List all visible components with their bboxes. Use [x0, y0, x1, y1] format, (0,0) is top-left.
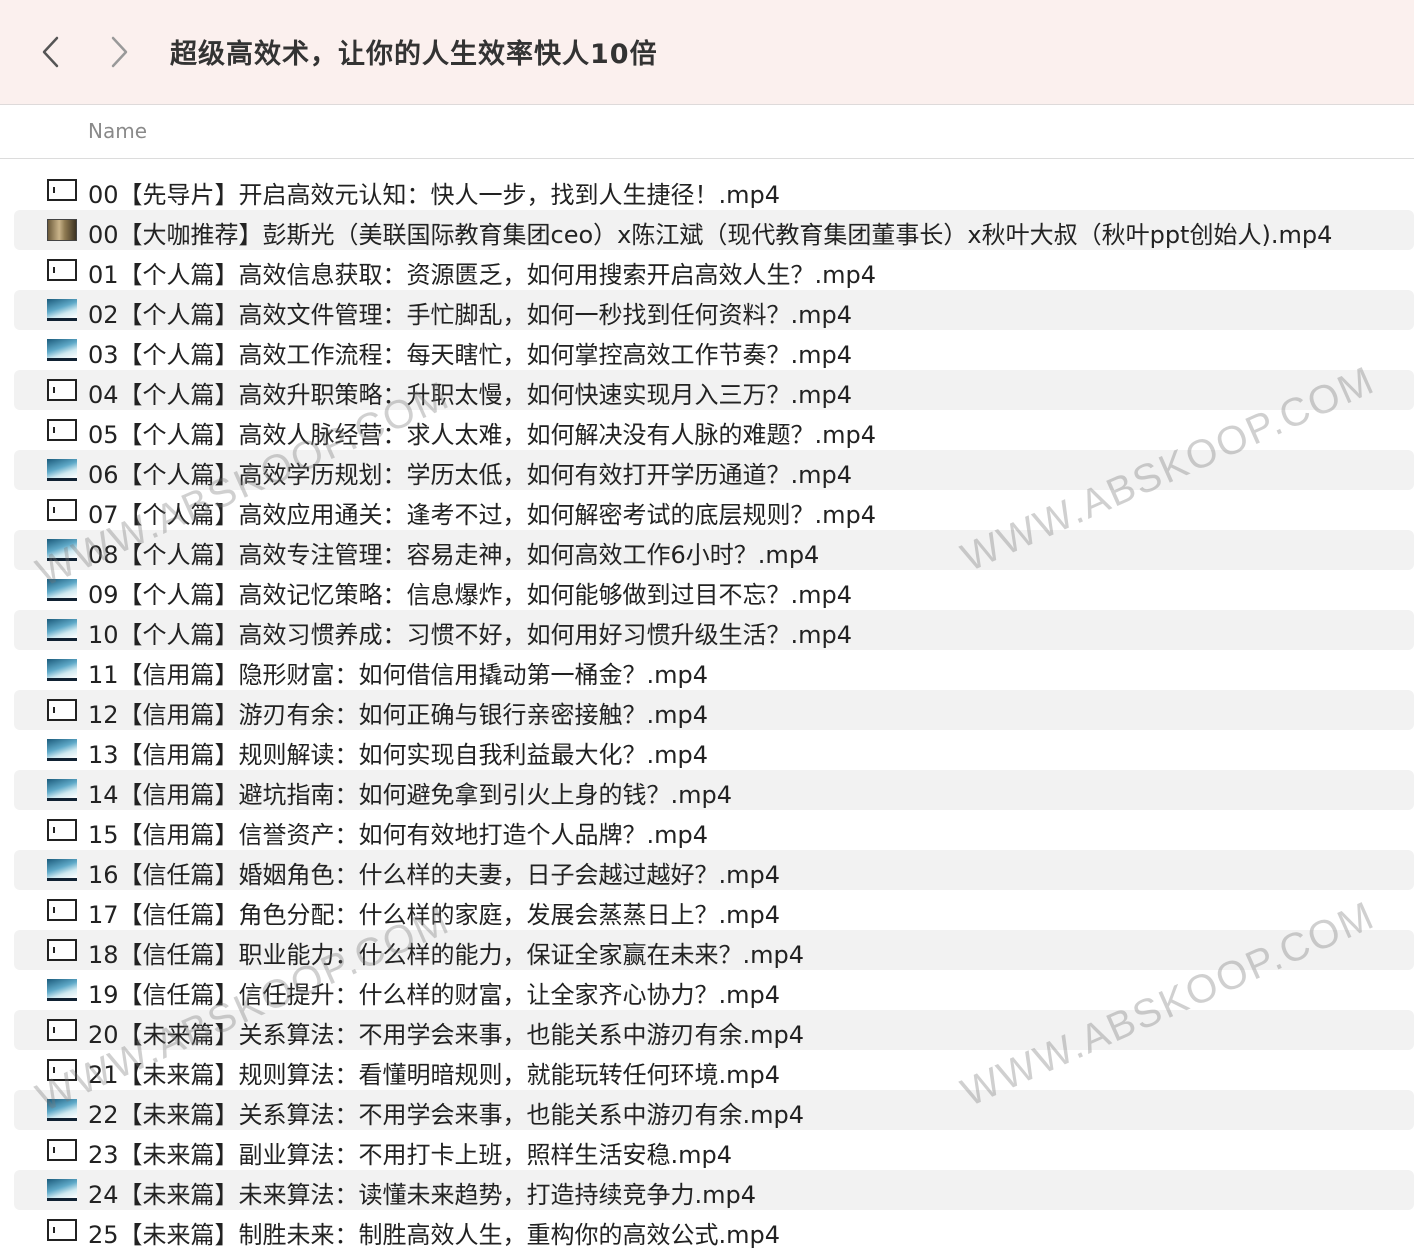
- file-name: 01【个人篇】高效信息获取：资源匮乏，如何用搜索开启高效人生？.mp4: [88, 261, 877, 289]
- file-row[interactable]: 15【信用篇】信誉资产：如何有效地打造个人品牌？.mp4: [14, 810, 1414, 850]
- file-row[interactable]: 22【未来篇】关系算法：不用学会来事，也能关系中游刃有余.mp4: [14, 1090, 1414, 1130]
- file-name: 00【先导片】开启高效元认知：快人一步，找到人生捷径！.mp4: [88, 181, 781, 209]
- file-row[interactable]: 08【个人篇】高效专注管理：容易走神，如何高效工作6小时？.mp4: [14, 530, 1414, 570]
- video-thumbnail-icon: [47, 619, 77, 641]
- file-row[interactable]: 00【大咖推荐】彭斯光（美联国际教育集团ceo）x陈江斌（现代教育集团董事长）x…: [14, 210, 1414, 250]
- forward-button[interactable]: [100, 30, 140, 74]
- file-row[interactable]: 25【未来篇】制胜未来：制胜高效人生，重构你的高效公式.mp4: [14, 1210, 1414, 1250]
- name-column-header[interactable]: Name: [88, 119, 147, 143]
- video-thumbnail-icon: [47, 1179, 77, 1201]
- video-thumbnail-icon: [47, 579, 77, 601]
- video-thumbnail-icon: [47, 499, 77, 521]
- file-row[interactable]: 23【未来篇】副业算法：不用打卡上班，照样生活安稳.mp4: [14, 1130, 1414, 1170]
- file-name: 17【信任篇】角色分配：什么样的家庭，发展会蒸蒸日上？.mp4: [88, 901, 781, 929]
- file-name: 24【未来篇】未来算法：读懂未来趋势，打造持续竞争力.mp4: [88, 1181, 757, 1209]
- file-name: 11【信用篇】隐形财富：如何借信用撬动第一桶金？.mp4: [88, 661, 709, 689]
- file-name: 13【信用篇】规则解读：如何实现自我利益最大化？.mp4: [88, 741, 709, 769]
- file-row[interactable]: 14【信用篇】避坑指南：如何避免拿到引火上身的钱？.mp4: [14, 770, 1414, 810]
- video-thumbnail-icon: [47, 219, 77, 241]
- back-button[interactable]: [30, 30, 70, 74]
- file-row[interactable]: 24【未来篇】未来算法：读懂未来趋势，打造持续竞争力.mp4: [14, 1170, 1414, 1210]
- file-name: 19【信任篇】信任提升：什么样的财富，让全家齐心协力？.mp4: [88, 981, 781, 1009]
- video-thumbnail-icon: [47, 819, 77, 841]
- file-name: 16【信任篇】婚姻角色：什么样的夫妻，日子会越过越好？.mp4: [88, 861, 781, 889]
- video-thumbnail-icon: [47, 979, 77, 1001]
- file-row[interactable]: 17【信任篇】角色分配：什么样的家庭，发展会蒸蒸日上？.mp4: [14, 890, 1414, 930]
- video-thumbnail-icon: [47, 939, 77, 961]
- video-thumbnail-icon: [47, 1139, 77, 1161]
- file-name: 02【个人篇】高效文件管理：手忙脚乱，如何一秒找到任何资料？.mp4: [88, 301, 853, 329]
- file-name: 18【信任篇】职业能力：什么样的能力，保证全家赢在未来？.mp4: [88, 941, 805, 969]
- file-name: 22【未来篇】关系算法：不用学会来事，也能关系中游刃有余.mp4: [88, 1101, 805, 1129]
- video-thumbnail-icon: [47, 1219, 77, 1241]
- file-row[interactable]: 07【个人篇】高效应用通关：逢考不过，如何解密考试的底层规则？.mp4: [14, 490, 1414, 530]
- chevron-left-icon: [42, 36, 59, 68]
- file-row[interactable]: 16【信任篇】婚姻角色：什么样的夫妻，日子会越过越好？.mp4: [14, 850, 1414, 890]
- video-thumbnail-icon: [47, 419, 77, 441]
- file-name: 09【个人篇】高效记忆策略：信息爆炸，如何能够做到过目不忘？.mp4: [88, 581, 853, 609]
- video-thumbnail-icon: [47, 899, 77, 921]
- file-row[interactable]: 10【个人篇】高效习惯养成：习惯不好，如何用好习惯升级生活？.mp4: [14, 610, 1414, 650]
- file-row[interactable]: 06【个人篇】高效学历规划：学历太低，如何有效打开学历通道？.mp4: [14, 450, 1414, 490]
- file-row[interactable]: 21【未来篇】规则算法：看懂明暗规则，就能玩转任何环境.mp4: [14, 1050, 1414, 1090]
- column-header: Name: [0, 105, 1414, 159]
- file-row[interactable]: 19【信任篇】信任提升：什么样的财富，让全家齐心协力？.mp4: [14, 970, 1414, 1010]
- file-name: 00【大咖推荐】彭斯光（美联国际教育集团ceo）x陈江斌（现代教育集团董事长）x…: [88, 221, 1333, 249]
- video-thumbnail-icon: [47, 339, 77, 361]
- file-name: 15【信用篇】信誉资产：如何有效地打造个人品牌？.mp4: [88, 821, 709, 849]
- video-thumbnail-icon: [47, 739, 77, 761]
- file-name: 06【个人篇】高效学历规划：学历太低，如何有效打开学历通道？.mp4: [88, 461, 853, 489]
- file-name: 07【个人篇】高效应用通关：逢考不过，如何解密考试的底层规则？.mp4: [88, 501, 877, 529]
- file-row[interactable]: 00【先导片】开启高效元认知：快人一步，找到人生捷径！.mp4: [14, 170, 1414, 210]
- file-row[interactable]: 13【信用篇】规则解读：如何实现自我利益最大化？.mp4: [14, 730, 1414, 770]
- file-name: 05【个人篇】高效人脉经营：求人太难，如何解决没有人脉的难题？.mp4: [88, 421, 877, 449]
- file-name: 25【未来篇】制胜未来：制胜高效人生，重构你的高效公式.mp4: [88, 1221, 781, 1249]
- video-thumbnail-icon: [47, 1059, 77, 1081]
- video-thumbnail-icon: [47, 379, 77, 401]
- video-thumbnail-icon: [47, 179, 77, 201]
- video-thumbnail-icon: [47, 459, 77, 481]
- file-row[interactable]: 01【个人篇】高效信息获取：资源匮乏，如何用搜索开启高效人生？.mp4: [14, 250, 1414, 290]
- video-thumbnail-icon: [47, 259, 77, 281]
- video-thumbnail-icon: [47, 859, 77, 881]
- file-name: 10【个人篇】高效习惯养成：习惯不好，如何用好习惯升级生活？.mp4: [88, 621, 853, 649]
- video-thumbnail-icon: [47, 539, 77, 561]
- video-thumbnail-icon: [47, 1019, 77, 1041]
- file-row[interactable]: 18【信任篇】职业能力：什么样的能力，保证全家赢在未来？.mp4: [14, 930, 1414, 970]
- chevron-right-icon: [111, 36, 128, 68]
- file-row[interactable]: 20【未来篇】关系算法：不用学会来事，也能关系中游刃有余.mp4: [14, 1010, 1414, 1050]
- file-row[interactable]: 04【个人篇】高效升职策略：升职太慢，如何快速实现月入三万？.mp4: [14, 370, 1414, 410]
- video-thumbnail-icon: [47, 659, 77, 681]
- file-row[interactable]: 05【个人篇】高效人脉经营：求人太难，如何解决没有人脉的难题？.mp4: [14, 410, 1414, 450]
- video-thumbnail-icon: [47, 299, 77, 321]
- file-name: 03【个人篇】高效工作流程：每天瞎忙，如何掌控高效工作节奏？.mp4: [88, 341, 853, 369]
- file-list: 00【先导片】开启高效元认知：快人一步，找到人生捷径！.mp4 00【大咖推荐】彭…: [0, 170, 1414, 1250]
- file-name: 04【个人篇】高效升职策略：升职太慢，如何快速实现月入三万？.mp4: [88, 381, 853, 409]
- video-thumbnail-icon: [47, 1099, 77, 1121]
- file-name: 08【个人篇】高效专注管理：容易走神，如何高效工作6小时？.mp4: [88, 541, 820, 569]
- file-row[interactable]: 02【个人篇】高效文件管理：手忙脚乱，如何一秒找到任何资料？.mp4: [14, 290, 1414, 330]
- file-row[interactable]: 12【信用篇】游刃有余：如何正确与银行亲密接触？.mp4: [14, 690, 1414, 730]
- file-row[interactable]: 09【个人篇】高效记忆策略：信息爆炸，如何能够做到过目不忘？.mp4: [14, 570, 1414, 610]
- file-name: 23【未来篇】副业算法：不用打卡上班，照样生活安稳.mp4: [88, 1141, 733, 1169]
- file-name: 12【信用篇】游刃有余：如何正确与银行亲密接触？.mp4: [88, 701, 709, 729]
- file-name: 14【信用篇】避坑指南：如何避免拿到引火上身的钱？.mp4: [88, 781, 733, 809]
- file-name: 20【未来篇】关系算法：不用学会来事，也能关系中游刃有余.mp4: [88, 1021, 805, 1049]
- folder-title: 超级高效术，让你的人生效率快人10倍: [170, 39, 658, 70]
- file-row[interactable]: 03【个人篇】高效工作流程：每天瞎忙，如何掌控高效工作节奏？.mp4: [14, 330, 1414, 370]
- video-thumbnail-icon: [47, 779, 77, 801]
- toolbar: 超级高效术，让你的人生效率快人10倍: [0, 0, 1414, 105]
- video-thumbnail-icon: [47, 699, 77, 721]
- file-name: 21【未来篇】规则算法：看懂明暗规则，就能玩转任何环境.mp4: [88, 1061, 781, 1089]
- file-row[interactable]: 11【信用篇】隐形财富：如何借信用撬动第一桶金？.mp4: [14, 650, 1414, 690]
